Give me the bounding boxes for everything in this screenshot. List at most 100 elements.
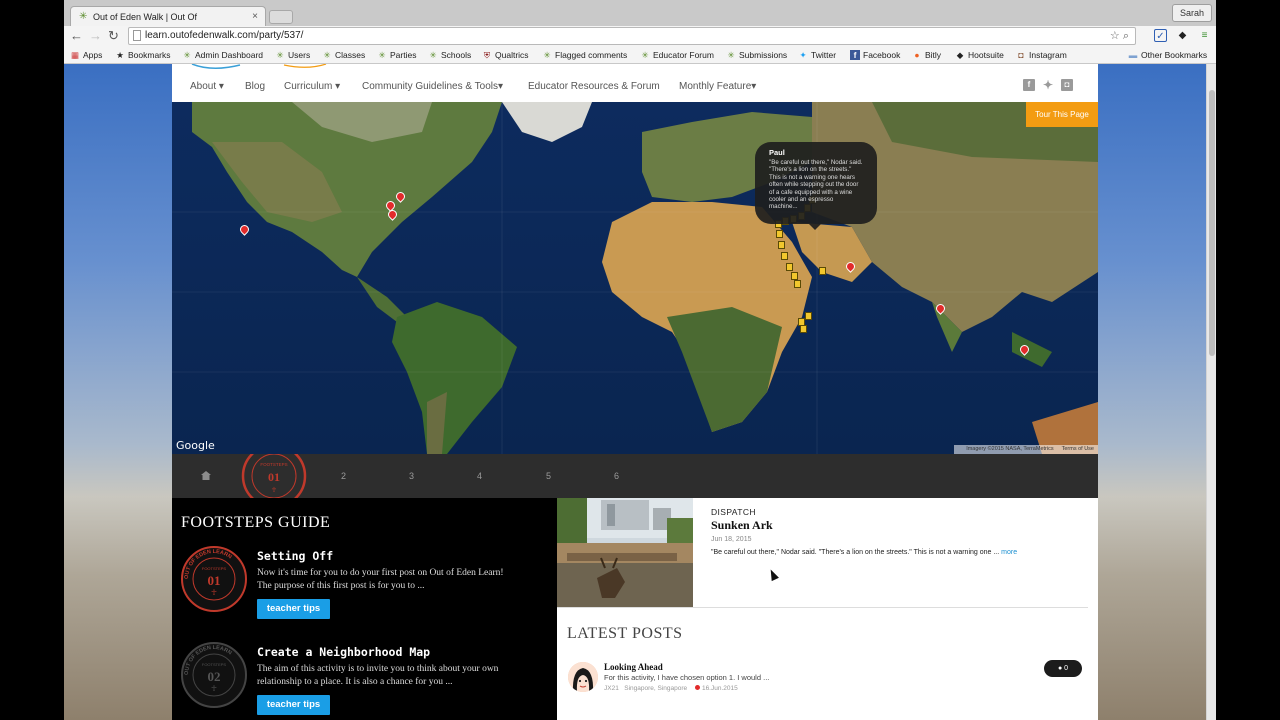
site-favicon-icon: ✳: [378, 50, 386, 60]
trail-marker[interactable]: [781, 252, 788, 260]
trail-marker[interactable]: [786, 263, 793, 271]
nav-curriculum[interactable]: Curriculum ▾: [284, 81, 340, 92]
folder-icon: ▬: [1128, 50, 1138, 60]
chapter-6[interactable]: 6: [614, 471, 619, 481]
nav-monthly-feature[interactable]: Monthly Feature▾: [679, 81, 756, 92]
svg-text:01: 01: [268, 470, 280, 484]
bookmarks-bar: ▦ Apps ★ Bookmarks ✳ Admin Dashboard ✳ Users…: [64, 46, 1216, 64]
browser-toolbar: ← → ↻ learn.outofedenwalk.com/party/537/…: [64, 26, 1216, 46]
bookmark-item[interactable]: ◆ Hootsuite: [955, 50, 1004, 61]
bookmark-item[interactable]: ◘ Instagram: [1016, 50, 1066, 60]
more-link[interactable]: more: [1001, 549, 1017, 556]
trail-marker[interactable]: [778, 241, 785, 249]
chapter-4[interactable]: 4: [477, 471, 482, 481]
nav-about[interactable]: About ▾: [190, 81, 224, 92]
site-favicon-icon: ✳: [429, 50, 437, 60]
terms-link[interactable]: Terms of Use: [1062, 446, 1094, 452]
browser-tab[interactable]: ✳ Out of Eden Walk | Out Of ×: [70, 6, 266, 26]
world-map[interactable]: Paul "Be careful out there," Nodar said.…: [172, 102, 1098, 454]
instagram-icon[interactable]: ◘: [1061, 79, 1073, 91]
nav-blog[interactable]: Blog: [245, 81, 265, 92]
bookmark-item[interactable]: ▦ Apps: [70, 50, 102, 61]
bookmark-item[interactable]: ✳ Parties: [377, 50, 416, 61]
page-scrollbar[interactable]: [1206, 64, 1216, 720]
post-date: 16.Jun.2015: [701, 685, 738, 692]
tour-page-button[interactable]: Tour This Page: [1026, 102, 1098, 127]
trail-marker[interactable]: [794, 280, 801, 288]
home-icon[interactable]: [201, 471, 211, 480]
menu-icon[interactable]: ≡: [1198, 29, 1211, 42]
chapter-2[interactable]: 2: [341, 471, 346, 481]
profile-button[interactable]: Sarah: [1171, 4, 1212, 22]
site-favicon-icon: ✳: [727, 50, 735, 60]
nav-educator-resources[interactable]: Educator Resources & Forum: [528, 81, 660, 92]
chapter-3[interactable]: 3: [409, 471, 414, 481]
twitter-bird-icon: ✦: [799, 50, 807, 60]
trail-marker[interactable]: [791, 272, 798, 280]
post-location: Singapore, Singapore: [624, 685, 688, 692]
shield-extension-icon[interactable]: ◆: [1176, 29, 1189, 42]
active-chapter-stamp[interactable]: FOOTSTEPS 01 ☥: [241, 454, 307, 498]
twitter-icon[interactable]: ✦: [1042, 79, 1054, 91]
reload-icon[interactable]: ↻: [108, 28, 119, 44]
trail-marker[interactable]: [805, 312, 812, 320]
address-bar[interactable]: learn.outofedenwalk.com/party/537/ ☆ ⌕: [128, 27, 1136, 45]
browser-chrome: ✳ Out of Eden Walk | Out Of × Sarah ← → …: [64, 0, 1216, 64]
guide-step: OUT OF EDEN LEARN FOOTSTEPS 02 ☥ Create …: [172, 641, 557, 720]
walker-dispatch-popup[interactable]: Paul "Be careful out there," Nodar said.…: [755, 142, 877, 230]
back-arrow-icon[interactable]: ←: [70, 28, 83, 44]
trail-marker[interactable]: [776, 230, 783, 238]
dispatch-date: Jun 18, 2015: [711, 536, 752, 543]
step-stamp-icon: OUT OF EDEN LEARN FOOTSTEPS 01 ☥: [181, 546, 247, 612]
bookmark-item[interactable]: ✳ Schools: [428, 50, 471, 61]
bookmark-item[interactable]: ✦ Twitter: [798, 50, 836, 61]
facebook-icon[interactable]: f: [1023, 79, 1035, 91]
bookmark-item[interactable]: ✳ Classes: [322, 50, 365, 61]
search-icon[interactable]: ⌕: [1123, 30, 1129, 42]
svg-text:☥: ☥: [211, 588, 217, 597]
shield-icon: ⛨: [483, 50, 491, 60]
bookmark-item[interactable]: ✳ Users: [275, 50, 310, 61]
trail-marker[interactable]: [800, 325, 807, 333]
bookmark-item[interactable]: ✳ Educator Forum: [640, 50, 714, 61]
site-favicon-icon: ✳: [183, 50, 191, 60]
footsteps-guide: FOOTSTEPS GUIDE OUT OF EDEN LEARN FOOTST…: [172, 498, 557, 720]
checkbox-extension-icon[interactable]: ✓: [1154, 29, 1167, 42]
bookmark-item[interactable]: ✳ Submissions: [726, 50, 787, 61]
bookmark-item[interactable]: f Facebook: [850, 50, 900, 60]
bookmark-item[interactable]: ● Bitly: [912, 50, 941, 60]
page-icon: [133, 30, 141, 41]
bookmark-item[interactable]: ✳ Flagged comments: [542, 50, 627, 61]
dispatch-photo[interactable]: [557, 498, 693, 607]
post-meta: JX21 Singapore, Singapore 16.Jun.2015: [604, 685, 738, 692]
teacher-tips-button[interactable]: teacher tips: [257, 695, 330, 715]
svg-text:02: 02: [208, 669, 221, 684]
trail-marker[interactable]: [819, 267, 826, 275]
other-bookmarks[interactable]: ▬ Other Bookmarks: [1128, 50, 1207, 60]
comment-count-badge[interactable]: ● 0: [1044, 660, 1082, 677]
bookmark-item[interactable]: ⛨ Qualtrics: [482, 50, 529, 61]
post-user[interactable]: JX21: [604, 685, 619, 692]
teacher-tips-button[interactable]: teacher tips: [257, 599, 330, 619]
bookmark-star-icon[interactable]: ☆: [1110, 30, 1120, 42]
step-title[interactable]: Setting Off: [257, 549, 333, 563]
dispatch-title[interactable]: Sunken Ark: [711, 518, 773, 533]
svg-text:FOOTSTEPS: FOOTSTEPS: [202, 566, 227, 571]
nav-community-guidelines[interactable]: Community Guidelines & Tools▾: [362, 81, 503, 92]
comment-icon: ●: [1057, 665, 1063, 672]
step-title[interactable]: Create a Neighborhood Map: [257, 645, 430, 659]
new-tab-button[interactable]: [269, 10, 293, 24]
chapter-5[interactable]: 5: [546, 471, 551, 481]
url-text: learn.outofedenwalk.com/party/537/: [145, 30, 304, 41]
scrollbar-thumb[interactable]: [1209, 90, 1215, 356]
post-title[interactable]: Looking Ahead: [604, 662, 663, 672]
close-tab-icon[interactable]: ×: [252, 11, 258, 22]
bookmark-item[interactable]: ★ Bookmarks: [115, 50, 170, 61]
guide-heading: FOOTSTEPS GUIDE: [181, 514, 331, 531]
step-description: Now it's time for you to do your first p…: [257, 568, 504, 591]
avatar[interactable]: [568, 662, 598, 692]
site-content: About ▾ Blog Curriculum ▾ Community Guid…: [172, 64, 1098, 720]
bookmark-item[interactable]: ✳ Admin Dashboard: [182, 50, 263, 61]
owl-icon: ◆: [956, 50, 964, 60]
forward-arrow-icon[interactable]: →: [89, 28, 102, 44]
